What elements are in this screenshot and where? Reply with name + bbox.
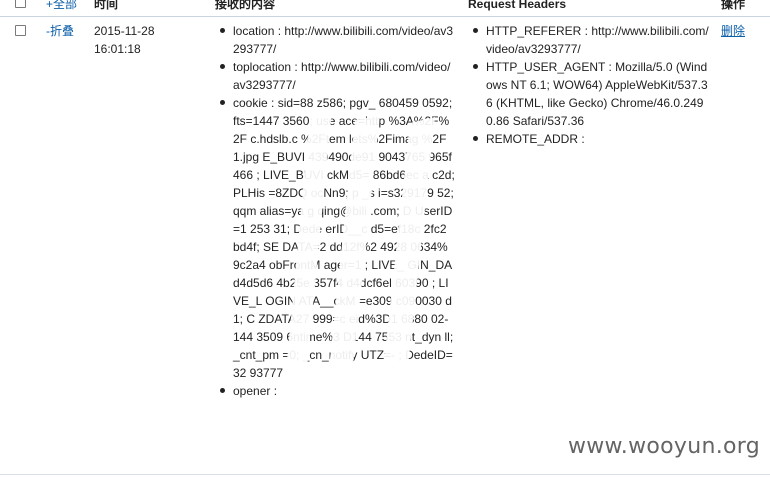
time-column-header: 时间 <box>94 0 119 11</box>
watermark: www.wooyun.org <box>567 434 760 459</box>
table-row: -折叠 2015-11-28 16:01:18 location : http:… <box>0 17 770 475</box>
row-checkbox[interactable] <box>15 25 26 36</box>
request-headers-column-header: Request Headers <box>468 0 567 11</box>
received-content-list: location : http://www.bilibili.com/video… <box>218 22 455 400</box>
content-item-opener: opener : <box>218 382 455 400</box>
content-item-toplocation: toplocation : http://www.bilibili.com/vi… <box>218 58 455 94</box>
request-headers-list: HTTP_REFERER : http://www.bilibili.com/v… <box>471 22 711 148</box>
content-item-cookie: cookie : sid=88 z586; pgv_ 680459 0592; … <box>218 94 455 382</box>
table-header: +全部 时间 接收的内容 Request Headers 操作 <box>0 0 770 17</box>
expand-all-link[interactable]: +全部 <box>46 0 77 12</box>
row-time: 16:01:18 <box>94 42 141 56</box>
delete-link[interactable]: 删除 <box>721 22 745 40</box>
header-item-user-agent: HTTP_USER_AGENT : Mozilla/5.0 (Windows N… <box>471 58 711 130</box>
row-date: 2015-11-28 <box>94 24 155 38</box>
content-column-header: 接收的内容 <box>215 0 276 11</box>
content-item-location: location : http://www.bilibili.com/video… <box>218 22 455 58</box>
table-bottom-border <box>0 474 770 475</box>
header-item-remote-addr: REMOTE_ADDR : <box>471 130 711 148</box>
header-item-referer: HTTP_REFERER : http://www.bilibili.com/v… <box>471 22 711 58</box>
actions-column-header: 操作 <box>721 0 746 11</box>
select-all-checkbox[interactable] <box>15 0 26 8</box>
collapse-link[interactable]: -折叠 <box>46 22 74 40</box>
